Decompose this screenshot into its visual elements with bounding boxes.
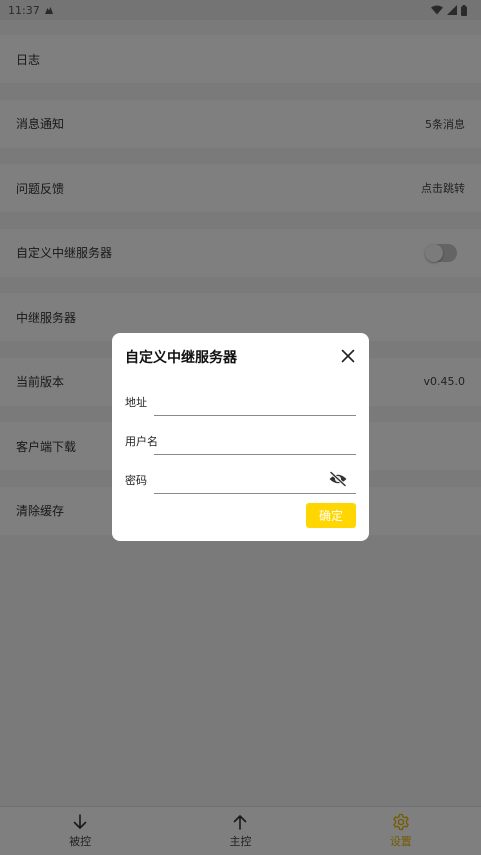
password-input[interactable] bbox=[154, 468, 334, 492]
password-underline bbox=[154, 493, 356, 494]
dialog-title: 自定义中继服务器 bbox=[125, 350, 237, 366]
address-input[interactable] bbox=[154, 390, 334, 414]
password-label: 密码 bbox=[125, 474, 147, 487]
confirm-button[interactable]: 确定 bbox=[306, 503, 356, 528]
address-field: 地址 bbox=[125, 388, 356, 416]
close-icon[interactable] bbox=[339, 347, 357, 365]
password-field: 密码 bbox=[125, 466, 356, 494]
custom-relay-dialog: 自定义中继服务器 地址 用户名 密码 确定 bbox=[112, 333, 369, 541]
address-label: 地址 bbox=[125, 396, 147, 409]
username-input[interactable] bbox=[154, 429, 334, 453]
visibility-off-icon[interactable] bbox=[328, 470, 348, 488]
username-field: 用户名 bbox=[125, 427, 356, 455]
username-underline bbox=[154, 454, 356, 455]
address-underline bbox=[154, 415, 356, 416]
